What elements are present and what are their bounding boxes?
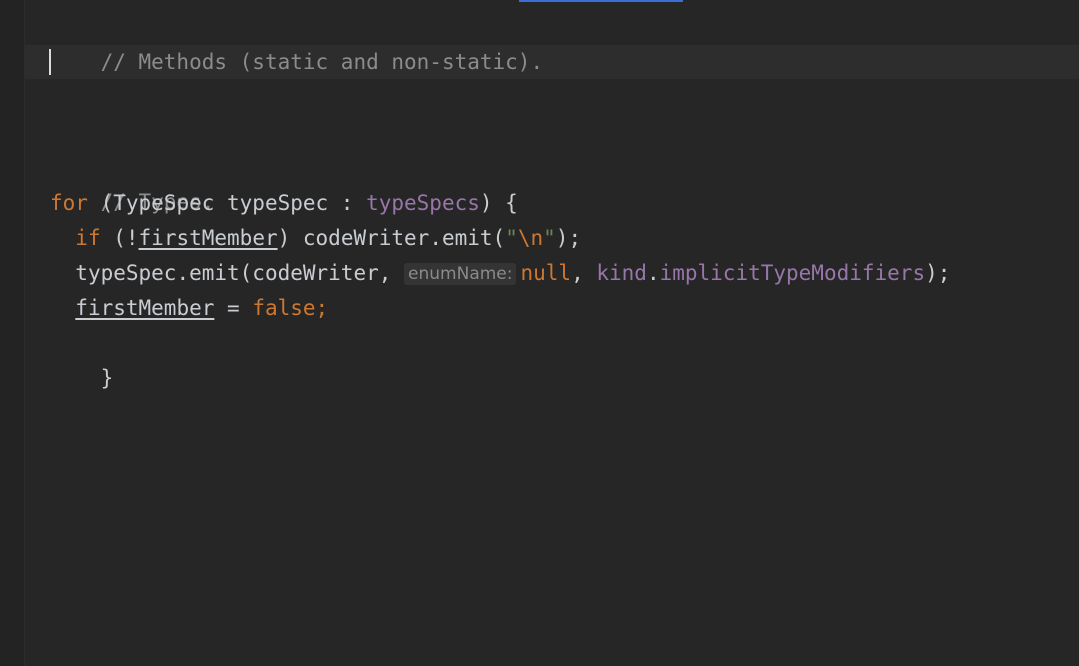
code-line-1[interactable]: // Methods (static and non-static).: [50, 10, 544, 74]
keyword-false: false: [252, 296, 316, 320]
code-text: .: [646, 261, 660, 285]
code-line-7[interactable]: }: [50, 326, 114, 390]
code-text: typeSpec.emit(codeWriter,: [75, 261, 405, 285]
keyword-for: for: [50, 191, 88, 215]
text-caret: [49, 49, 51, 75]
code-text: ,: [571, 261, 597, 285]
code-line-2[interactable]: // Types.: [50, 150, 215, 214]
code-text: );: [925, 261, 951, 285]
code-line-3[interactable]: for (TypeSpec typeSpec : typeSpecs) {: [50, 186, 518, 221]
keyword-null: null: [520, 261, 572, 285]
code-comment: // Methods (static and non-static).: [100, 50, 544, 74]
code-line-6[interactable]: firstMember = false;: [50, 291, 328, 326]
field-reference: kind: [596, 261, 647, 285]
mutable-variable: firstMember: [75, 296, 215, 320]
field-reference: typeSpecs: [366, 191, 480, 215]
code-text: ) {: [479, 191, 518, 215]
code-text: ;: [315, 296, 329, 320]
string-quote: ": [543, 226, 556, 250]
escape-sequence: \n: [517, 226, 544, 250]
code-text: (!: [100, 226, 139, 250]
field-reference: implicitTypeModifiers: [659, 261, 926, 285]
parameter-hint: enumName:: [404, 263, 517, 285]
editor-gutter: [0, 0, 25, 666]
mutable-variable: firstMember: [138, 226, 278, 250]
keyword-if: if: [75, 226, 101, 250]
scroll-highlight-marker: [519, 0, 683, 2]
code-editor[interactable]: // Methods (static and non-static). // T…: [0, 0, 1079, 666]
string-quote: ": [505, 226, 518, 250]
code-text: =: [214, 296, 253, 320]
code-text: ) codeWriter.emit(: [277, 226, 506, 250]
code-line-5[interactable]: typeSpec.emit(codeWriter, enumName: null,…: [50, 256, 950, 291]
code-text: );: [555, 226, 582, 250]
code-line-4[interactable]: if (!firstMember) codeWriter.emit("\n");: [50, 221, 581, 256]
closing-brace: }: [100, 366, 114, 390]
code-text: (TypeSpec typeSpec :: [87, 191, 367, 215]
